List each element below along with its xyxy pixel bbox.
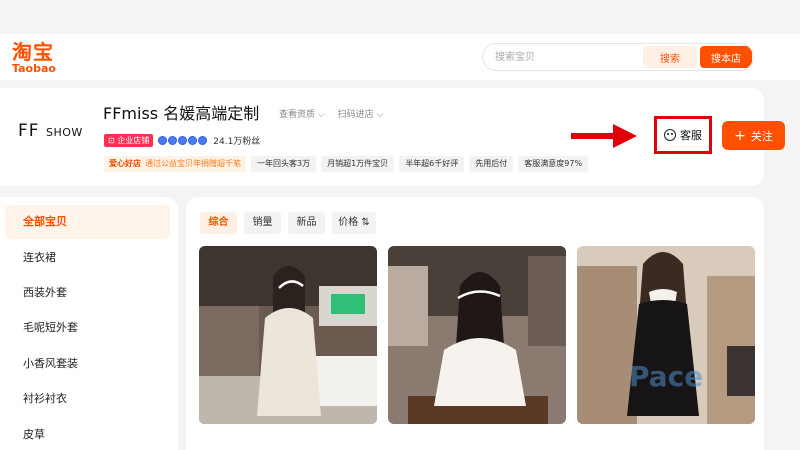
product-card[interactable]: Pace	[577, 246, 755, 424]
category-sidebar: 全部宝贝 连衣裙 西装外套 毛呢短外套 小香风套装 衬衫衬衣 皮草	[0, 197, 178, 450]
product-image	[388, 246, 566, 424]
charity-text: 通过公益宝贝年捐赠超千笔	[145, 158, 241, 168]
enterprise-badge-label: 企业店铺	[117, 135, 150, 145]
search-bar: 搜索 搜本店	[482, 43, 754, 71]
shop-stat: 半年超6千好评	[399, 155, 465, 172]
product-card[interactable]	[199, 246, 377, 424]
shop-logo-small: SHOW	[45, 126, 83, 139]
view-qualification-link[interactable]: 查看资质 ⌵	[279, 110, 325, 120]
medal-icon	[188, 135, 198, 145]
product-image	[199, 246, 377, 424]
customer-service-button[interactable]: 客服	[654, 116, 712, 154]
medal-icon	[168, 135, 178, 145]
charity-label: 爱心好店	[109, 158, 141, 168]
product-area: 综合 销量 新品 价格 ⇅ Pace	[186, 197, 764, 450]
sidebar-item-dresses[interactable]: 连衣裙	[5, 241, 170, 275]
customer-service-icon	[664, 129, 676, 141]
enterprise-icon: ⊡	[108, 135, 115, 145]
medal-icon	[198, 135, 208, 145]
sidebar-item-fur[interactable]: 皮草	[5, 418, 170, 450]
sort-tab-overall[interactable]: 综合	[200, 212, 237, 234]
sidebar-item-shirts[interactable]: 衬衫衬衣	[5, 382, 170, 416]
search-store-button[interactable]: 搜本店	[700, 46, 752, 68]
product-card[interactable]	[388, 246, 566, 424]
sidebar-item-tweed-sets[interactable]: 小香风套装	[5, 347, 170, 381]
shop-stat: 月销超1万件宝贝	[321, 155, 395, 172]
customer-service-label: 客服	[680, 129, 702, 142]
red-arrow-annotation	[571, 124, 637, 148]
shop-stat: 客服满意度97%	[518, 155, 589, 172]
shop-stat: 一年回头客3万	[251, 155, 317, 172]
watermark: Pace	[629, 360, 703, 393]
search-button[interactable]: 搜索	[643, 46, 697, 68]
charity-tag[interactable]: 爱心好店 通过公益宝贝年捐赠超千笔	[104, 155, 246, 172]
shop-name: FFmiss 名媛高端定制	[103, 104, 260, 123]
logo-cn-text: 淘宝	[12, 40, 54, 64]
logo-en-text: Taobao	[12, 62, 56, 75]
medal-icon	[178, 135, 188, 145]
enterprise-badge: ⊡ 企业店铺	[104, 133, 154, 147]
shop-rating-medals	[158, 135, 208, 145]
shop-stat: 先用后付	[469, 155, 514, 172]
search-input[interactable]	[483, 44, 643, 70]
sidebar-item-wool-coats[interactable]: 毛呢短外套	[5, 311, 170, 345]
product-image: Pace	[577, 246, 755, 424]
top-strip	[0, 0, 800, 34]
sort-tab-new[interactable]: 新品	[288, 212, 325, 234]
scan-to-enter-link[interactable]: 扫码进店 ⌵	[338, 110, 384, 120]
taobao-logo[interactable]: 淘宝 Taobao	[12, 42, 72, 76]
sort-tab-price[interactable]: 价格 ⇅	[332, 212, 376, 234]
badge-row: ⊡ 企业店铺 24.1万粉丝	[104, 133, 260, 147]
shop-info-card: FF SHOW FFmiss 名媛高端定制 查看资质 ⌵ 扫码进店 ⌵ ⊡ 企业…	[0, 88, 764, 186]
fans-count: 24.1万粉丝	[213, 136, 261, 147]
shop-links: 查看资质 ⌵ 扫码进店 ⌵	[279, 107, 393, 120]
sidebar-item-blazers[interactable]: 西装外套	[5, 276, 170, 310]
follow-label: 关注	[750, 129, 773, 143]
medal-icon	[158, 135, 168, 145]
shop-tags-row: 爱心好店 通过公益宝贝年捐赠超千笔 一年回头客3万 月销超1万件宝贝 半年超6千…	[104, 155, 589, 172]
sidebar-item-all[interactable]: 全部宝贝	[5, 205, 170, 239]
shop-logo[interactable]: FF SHOW	[18, 121, 83, 141]
follow-button[interactable]: + 关注	[722, 121, 785, 150]
shop-logo-big: FF	[18, 121, 40, 141]
site-header: 淘宝 Taobao 搜索 搜本店	[0, 34, 800, 80]
plus-icon: +	[734, 127, 746, 144]
sort-tab-sales[interactable]: 销量	[244, 212, 281, 234]
